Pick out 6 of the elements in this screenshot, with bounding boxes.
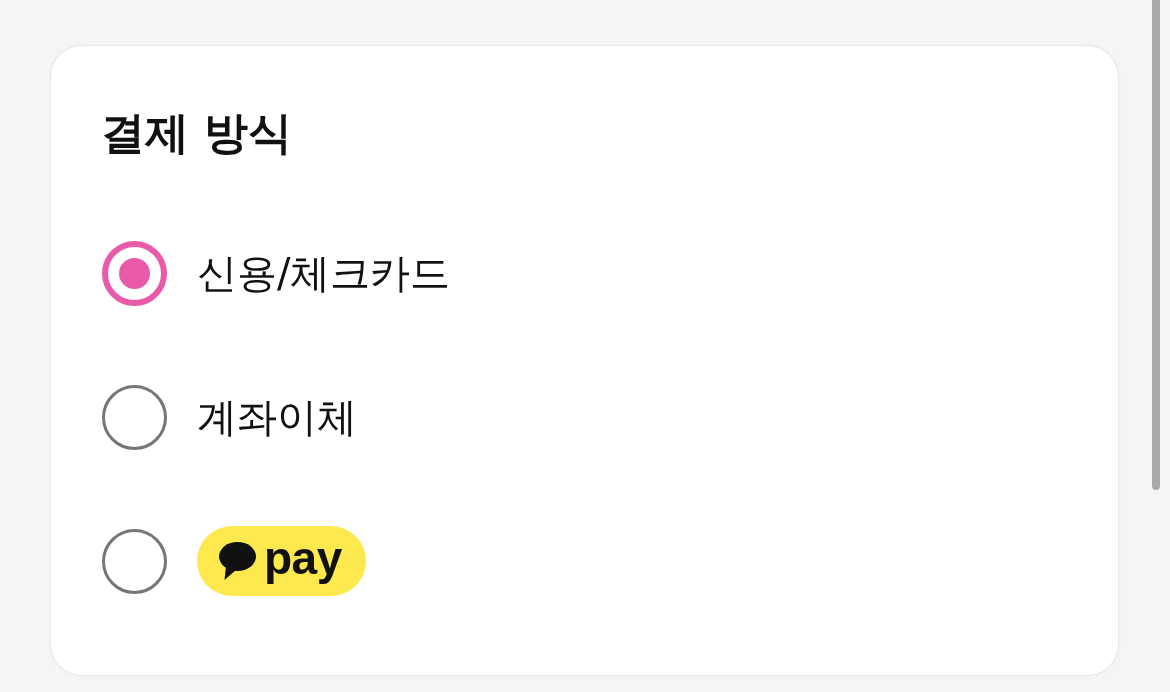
option-label: 신용/체크카드 bbox=[197, 249, 451, 298]
option-label: 계좌이체 bbox=[197, 393, 357, 442]
scrollbar-thumb[interactable] bbox=[1152, 0, 1160, 490]
pay-logo-text: pay bbox=[264, 533, 342, 583]
speech-bubble-icon bbox=[219, 542, 256, 580]
section-title: 결제 방식 bbox=[101, 109, 293, 157]
